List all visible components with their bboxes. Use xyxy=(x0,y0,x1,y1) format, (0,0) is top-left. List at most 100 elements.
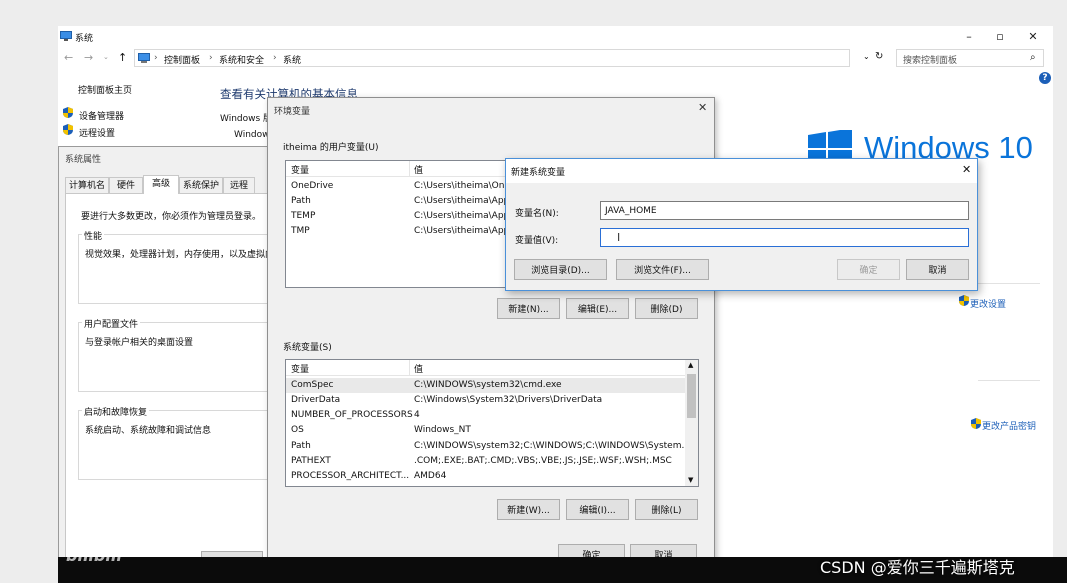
control-panel-titlebar: 系统 – ▫ ✕ xyxy=(58,26,1053,48)
close-icon[interactable]: ✕ xyxy=(962,163,971,176)
dialog-title: 新建系统变量 xyxy=(511,168,566,178)
variable-name: NUMBER_OF_PROCESSORS xyxy=(291,410,413,420)
remote-settings-link[interactable]: 远程设置 xyxy=(79,126,115,139)
system-properties-window: 系统属性 计算机名 硬件 高级 系统保护 远程 要进行大多数更改，你必须作为管理… xyxy=(58,146,278,576)
variable-name: PROCESSOR_ARCHITECT... xyxy=(291,471,410,481)
list-item[interactable]: PATHEXT .COM;.EXE;.BAT;.CMD;.VBS;.VBE;.J… xyxy=(286,454,698,469)
computer-icon xyxy=(60,31,72,41)
column-header-variable[interactable]: 变量 xyxy=(291,163,309,176)
browse-directory-button[interactable]: 浏览目录(D)... xyxy=(514,259,607,280)
tab-advanced[interactable]: 高级 xyxy=(143,175,179,194)
windows-edition-value: Window xyxy=(234,130,270,140)
help-icon[interactable]: ? xyxy=(1039,72,1051,84)
user-profiles-text: 与登录帐户相关的桌面设置 xyxy=(85,338,194,348)
environment-variables-title: 环境变量 xyxy=(274,107,311,117)
system-delete-button[interactable]: 删除(L) xyxy=(635,499,698,520)
variable-value: C:\Users\itheima\App xyxy=(414,196,510,206)
startup-recovery-group: 启动和故障恢复 系统启动、系统故障和调试信息 xyxy=(78,405,278,480)
tab-hardware[interactable]: 硬件 xyxy=(109,177,143,194)
variable-name: OneDrive xyxy=(291,181,334,191)
variable-name: Path xyxy=(291,441,311,451)
ok-button[interactable]: 确定 xyxy=(837,259,900,280)
close-icon[interactable]: ✕ xyxy=(698,101,707,114)
startup-recovery-title: 启动和故障恢复 xyxy=(82,405,150,418)
performance-title: 性能 xyxy=(82,229,105,242)
refresh-icon[interactable]: ↻ xyxy=(875,51,883,62)
advanced-tab-panel: 要进行大多数更改，你必须作为管理员登录。 性能 视觉效果，处理器计划，内存使用，… xyxy=(65,193,278,573)
variable-value-field[interactable]: I xyxy=(600,228,969,247)
scrollbar[interactable]: ▲ ▼ xyxy=(685,360,698,486)
change-settings-link[interactable]: 更改设置 xyxy=(970,297,1006,310)
variable-name: TEMP xyxy=(291,211,316,221)
user-profiles-group: 用户配置文件 与登录帐户相关的桌面设置 xyxy=(78,317,278,392)
list-item[interactable]: OS Windows_NT xyxy=(286,423,698,438)
up-arrow-icon[interactable]: ↑ xyxy=(118,51,127,64)
user-profiles-title: 用户配置文件 xyxy=(82,317,141,330)
tab-remote[interactable]: 远程 xyxy=(223,177,255,194)
windows-edition-label: Windows 版 xyxy=(220,114,273,124)
list-item[interactable]: NUMBER_OF_PROCESSORS 4 xyxy=(286,408,698,423)
variable-name-field[interactable]: JAVA_HOME xyxy=(600,201,969,220)
list-item[interactable]: DriverData C:\Windows\System32\Drivers\D… xyxy=(286,393,698,408)
dropdown-icon[interactable]: ⌄ xyxy=(863,52,870,61)
search-input[interactable]: 搜索控制面板 ⌕ xyxy=(896,49,1044,67)
performance-group: 性能 视觉效果，处理器计划，内存使用，以及虚拟内 xyxy=(78,229,278,304)
change-product-key-link[interactable]: 更改产品密钥 xyxy=(982,419,1036,432)
variable-name-value: JAVA_HOME xyxy=(605,206,657,216)
variable-value: AMD64 xyxy=(414,471,447,481)
system-new-button[interactable]: 新建(W)... xyxy=(497,499,560,520)
back-arrow-icon[interactable]: ← xyxy=(64,51,73,64)
tab-computer-name[interactable]: 计算机名 xyxy=(65,177,109,194)
close-button[interactable]: ✕ xyxy=(1019,28,1047,46)
variable-name: ComSpec xyxy=(291,380,334,390)
variable-name: OS xyxy=(291,425,304,435)
tab-system-protection[interactable]: 系统保护 xyxy=(179,177,223,194)
column-header-variable[interactable]: 变量 xyxy=(291,362,309,375)
list-item[interactable]: ComSpec C:\WINDOWS\system32\cmd.exe xyxy=(286,378,698,393)
device-manager-link[interactable]: 设备管理器 xyxy=(79,109,124,122)
browse-file-button[interactable]: 浏览文件(F)... xyxy=(616,259,709,280)
column-header-value[interactable]: 值 xyxy=(414,362,423,375)
performance-text: 视觉效果，处理器计划，内存使用，以及虚拟内 xyxy=(85,250,275,260)
scroll-up-icon[interactable]: ▲ xyxy=(688,361,693,369)
variable-value: C:\Users\itheima\App xyxy=(414,211,510,221)
system-edit-button[interactable]: 编辑(I)... xyxy=(566,499,629,520)
maximize-button[interactable]: ▫ xyxy=(986,28,1014,46)
column-header-value[interactable]: 值 xyxy=(414,163,423,176)
control-panel-icon xyxy=(138,53,150,63)
list-item[interactable]: Path C:\WINDOWS\system32;C:\WINDOWS;C:\W… xyxy=(286,439,698,454)
breadcrumb-item[interactable]: 系统 xyxy=(283,53,301,66)
variable-value: C:\WINDOWS\system32;C:\WINDOWS;C:\WINDOW… xyxy=(414,441,691,451)
search-placeholder: 搜索控制面板 xyxy=(903,56,958,66)
list-item[interactable]: PROCESSOR_ARCHITECT... AMD64 xyxy=(286,469,698,484)
chevron-down-icon[interactable]: ⌄ xyxy=(103,53,109,61)
address-bar: ← → ⌄ ↑ › 控制面板 › 系统和安全 › 系统 ⌄ ↻ 搜索控制面板 ⌕ xyxy=(58,48,1053,68)
variable-value-label: 变量值(V): xyxy=(515,236,559,246)
text-cursor-icon: I xyxy=(617,231,621,244)
variable-name-label: 变量名(N): xyxy=(515,209,559,219)
startup-recovery-text: 系统启动、系统故障和调试信息 xyxy=(85,426,212,436)
breadcrumb-item[interactable]: 控制面板 xyxy=(164,53,200,66)
user-new-button[interactable]: 新建(N)... xyxy=(497,298,560,319)
shield-icon xyxy=(971,418,981,429)
variable-value: C:\Windows\System32\Drivers\DriverData xyxy=(414,395,603,405)
breadcrumb-item[interactable]: 系统和安全 xyxy=(219,53,264,66)
breadcrumb[interactable]: › 控制面板 › 系统和安全 › 系统 xyxy=(134,49,850,67)
system-variables-list[interactable]: 变量 值 ComSpec C:\WINDOWS\system32\cmd.exe… xyxy=(285,359,699,487)
search-icon[interactable]: ⌕ xyxy=(1030,52,1036,63)
system-properties-title: 系统属性 xyxy=(65,155,102,165)
minimize-button[interactable]: – xyxy=(955,28,983,46)
user-edit-button[interactable]: 编辑(E)... xyxy=(566,298,629,319)
cancel-button[interactable]: 取消 xyxy=(906,259,969,280)
user-variables-label: itheima 的用户变量(U) xyxy=(283,143,379,153)
forward-arrow-icon[interactable]: → xyxy=(84,51,93,64)
shield-icon xyxy=(63,124,73,135)
new-system-variable-dialog: 新建系统变量 ✕ 变量名(N): JAVA_HOME 变量值(V): I 浏览目… xyxy=(505,158,978,291)
scrollbar-thumb[interactable] xyxy=(687,374,696,418)
scroll-down-icon[interactable]: ▼ xyxy=(688,476,693,484)
user-delete-button[interactable]: 删除(D) xyxy=(635,298,698,319)
dialog-titlebar: 新建系统变量 ✕ xyxy=(506,159,977,183)
control-panel-home-link[interactable]: 控制面板主页 xyxy=(78,83,132,96)
divider xyxy=(978,283,1040,284)
variable-value: .COM;.EXE;.BAT;.CMD;.VBS;.VBE;.JS;.JSE;.… xyxy=(414,456,672,466)
